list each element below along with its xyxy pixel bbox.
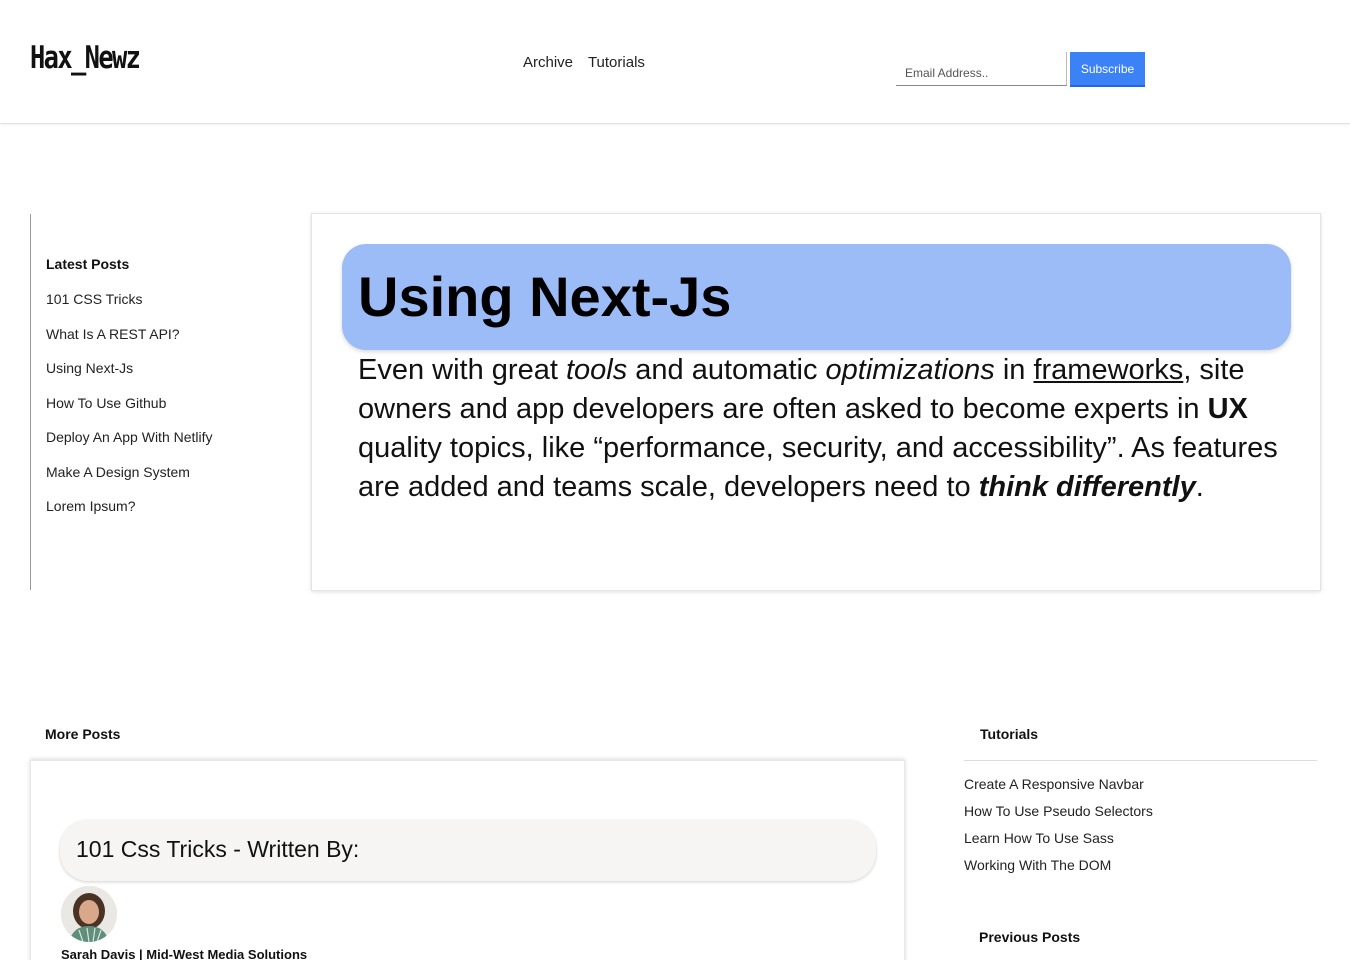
nav-link-tutorials[interactable]: Tutorials bbox=[588, 54, 645, 71]
featured-post-card: Using Next-Js Even with great tools and … bbox=[311, 213, 1321, 591]
subscribe-button[interactable]: Subscribe bbox=[1070, 52, 1145, 87]
latest-post-link[interactable]: Make A Design System bbox=[46, 464, 260, 499]
latest-posts-list: 101 CSS Tricks What Is A REST API? Using… bbox=[46, 291, 260, 533]
latest-post-link[interactable]: What Is A REST API? bbox=[46, 326, 260, 361]
body-text: . bbox=[1195, 471, 1204, 503]
main-nav: Archive Tutorials bbox=[523, 54, 656, 71]
tutorial-link[interactable]: Learn How To Use Sass bbox=[964, 830, 1153, 857]
body-strong-emphasis: think differently bbox=[978, 471, 1196, 503]
previous-posts-heading: Previous Posts bbox=[979, 929, 1081, 945]
latest-post-link[interactable]: How To Use Github bbox=[46, 395, 260, 430]
body-text: and automatic bbox=[627, 354, 826, 386]
body-text: in bbox=[994, 354, 1034, 386]
latest-post-link[interactable]: Using Next-Js bbox=[46, 360, 260, 395]
tutorials-divider bbox=[964, 760, 1317, 761]
latest-post-link[interactable]: Deploy An App With Netlify bbox=[46, 429, 260, 464]
latest-posts-heading: Latest Posts bbox=[46, 256, 130, 272]
nav-link-archive[interactable]: Archive bbox=[523, 54, 573, 71]
email-input[interactable] bbox=[896, 52, 1067, 86]
more-posts-heading: More Posts bbox=[45, 726, 121, 742]
body-emphasis: optimizations bbox=[825, 354, 995, 386]
post-title-pill[interactable]: 101 Css Tricks - Written By: bbox=[60, 820, 876, 881]
tutorial-link[interactable]: How To Use Pseudo Selectors bbox=[964, 803, 1153, 830]
frameworks-link[interactable]: frameworks bbox=[1033, 354, 1183, 386]
tutorial-link[interactable]: Working With The DOM bbox=[964, 857, 1153, 884]
more-posts-card: 101 Css Tricks - Written By: Sarah Davis… bbox=[30, 760, 905, 960]
body-emphasis: tools bbox=[565, 354, 628, 386]
latest-posts-sidebar: Latest Posts 101 CSS Tricks What Is A RE… bbox=[30, 214, 260, 590]
site-logo[interactable]: Hax_Newz bbox=[30, 40, 141, 76]
tutorial-link[interactable]: Create A Responsive Navbar bbox=[964, 776, 1153, 803]
author-byline: Sarah Davis | Mid-West Media Solutions bbox=[61, 947, 308, 960]
latest-post-link[interactable]: Lorem Ipsum? bbox=[46, 498, 260, 533]
body-text: Even with great bbox=[358, 354, 566, 386]
tutorials-list: Create A Responsive Navbar How To Use Ps… bbox=[964, 776, 1153, 884]
author-avatar bbox=[61, 886, 117, 942]
body-strong: UX bbox=[1207, 393, 1248, 425]
featured-post-body: Even with great tools and automatic opti… bbox=[358, 351, 1293, 507]
featured-post-title: Using Next-Js bbox=[342, 244, 1291, 350]
latest-post-link[interactable]: 101 CSS Tricks bbox=[46, 291, 260, 326]
site-header: Hax_Newz Archive Tutorials Subscribe bbox=[0, 0, 1350, 124]
tutorials-heading: Tutorials bbox=[980, 726, 1039, 742]
